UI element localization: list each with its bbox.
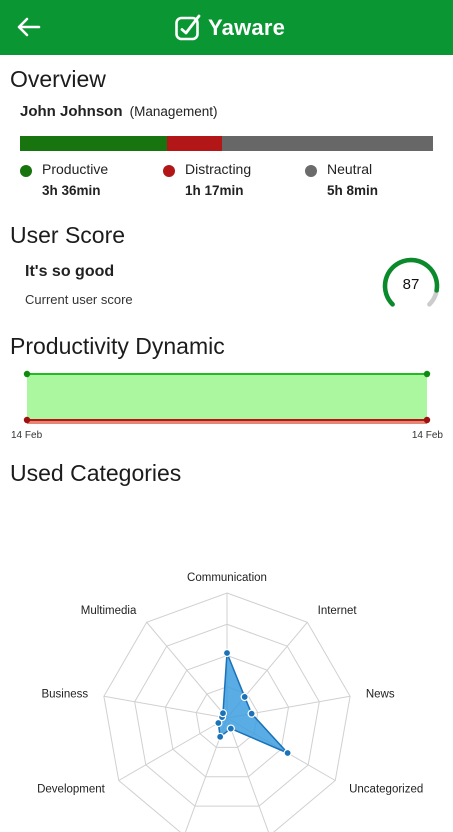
radar-point-news	[247, 709, 256, 718]
productive-label: Productive	[42, 161, 109, 177]
radar-spoke	[146, 621, 228, 719]
score-subtitle: Current user score	[25, 292, 133, 307]
used-categories-radar-chart: CommunicationInternetNewsUncategorizedUt…	[37, 572, 423, 832]
productivity-dynamic-chart: 14 Feb 14 Feb	[11, 370, 444, 441]
arrow-left-icon[interactable]	[14, 12, 42, 42]
yaware-logo-icon	[175, 14, 201, 41]
bar-segment-distracting	[167, 136, 222, 151]
distracting-time: 1h 17min	[185, 183, 244, 198]
productive-dot	[20, 165, 32, 177]
radar-point-communication	[222, 648, 232, 658]
user-line: John Johnson (Management)	[20, 103, 217, 120]
radar-label-uncategorized: Uncategorized	[349, 784, 423, 796]
radar-point-multimedia	[218, 709, 228, 718]
top-bar: Yaware	[0, 0, 453, 55]
productive-area	[27, 374, 427, 420]
user-department: (Management)	[129, 104, 218, 119]
productive-time: 3h 36min	[42, 183, 101, 198]
radar-area	[217, 652, 289, 754]
used-categories-title: Used Categories	[10, 460, 182, 486]
overview-title: Overview	[10, 66, 106, 92]
productive-point	[23, 370, 31, 378]
distracting-label: Distracting	[185, 161, 252, 177]
radar-label-news: News	[366, 689, 395, 701]
activity-breakdown-bar	[20, 136, 433, 151]
distracting-dot	[163, 165, 175, 177]
score-message: It's so good	[25, 263, 115, 280]
user-score-title: User Score	[10, 222, 126, 248]
productivity-dynamic-title: Productivity Dynamic	[10, 333, 225, 359]
radar-point-internet	[240, 692, 249, 702]
neutral-time: 5h 8min	[327, 183, 379, 198]
brand-logo: Yaware	[174, 12, 285, 44]
radar-point-design	[216, 732, 225, 741]
neutral-dot	[305, 165, 317, 177]
radar-label-business: Business	[41, 689, 88, 701]
bar-segment-productive	[20, 136, 168, 151]
distracting-point	[23, 416, 31, 424]
brand-name: Yaware	[208, 15, 286, 40]
radar-spoke	[103, 695, 228, 719]
user-name: John Johnson	[20, 103, 123, 120]
x-tick-label: 14 Feb	[412, 430, 444, 441]
radar-point-utilities	[226, 724, 235, 733]
x-tick-label: 14 Feb	[11, 430, 43, 441]
radar-point-uncategorized	[283, 748, 292, 758]
neutral-label: Neutral	[327, 161, 373, 177]
radar-label-development: Development	[37, 784, 106, 796]
radar-label-multimedia: Multimedia	[81, 605, 137, 617]
distracting-point	[423, 416, 431, 424]
productive-point	[423, 370, 431, 378]
radar-label-communication: Communication	[187, 572, 267, 584]
radar-spoke	[118, 717, 228, 781]
bar-segment-neutral	[221, 136, 433, 151]
score-value: 87	[402, 276, 420, 293]
radar-label-internet: Internet	[318, 605, 358, 617]
